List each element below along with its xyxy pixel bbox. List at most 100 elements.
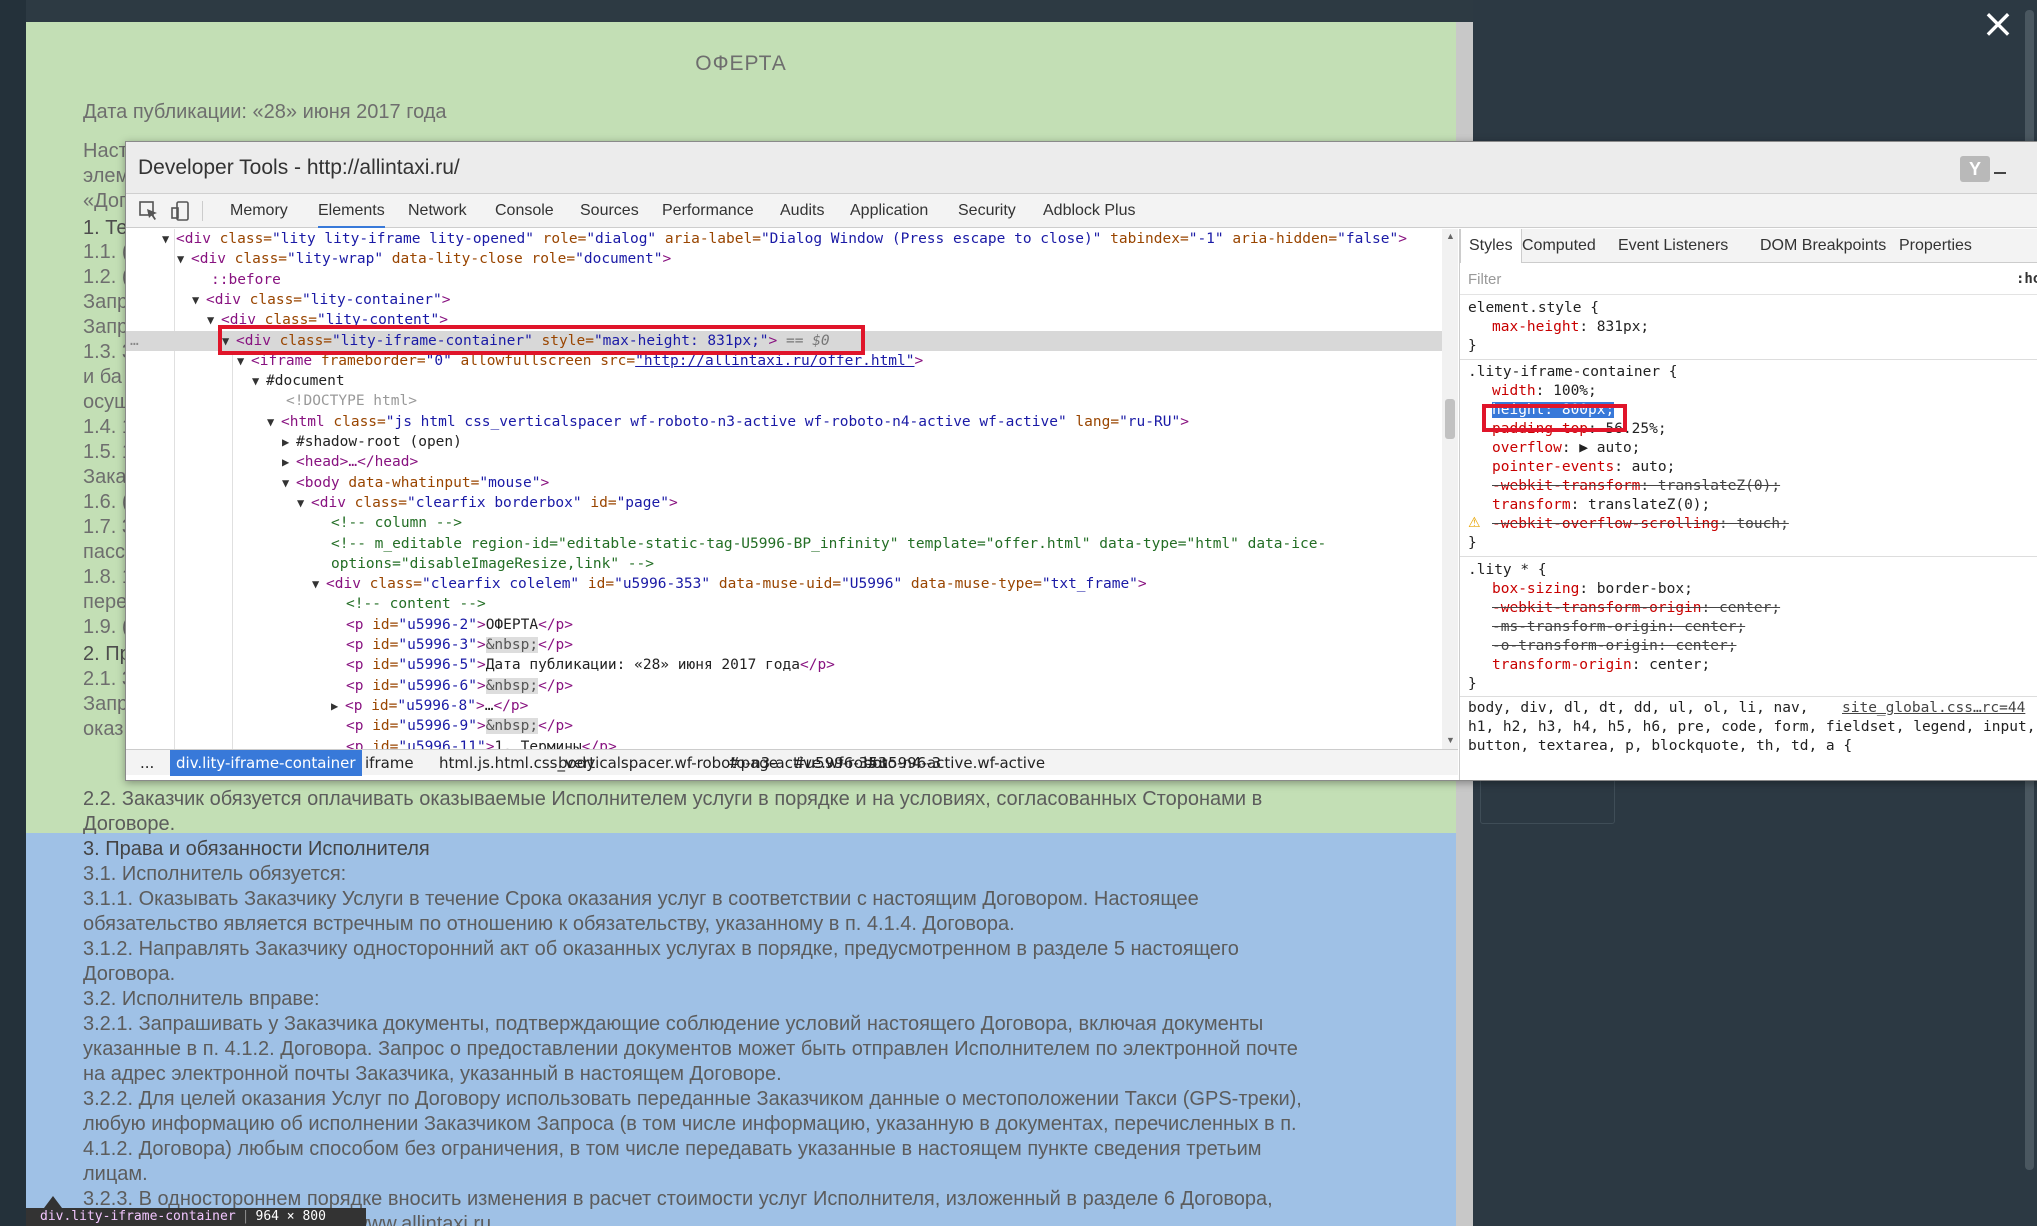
- elements-scrollbar-thumb[interactable]: [1445, 399, 1455, 439]
- tab-network[interactable]: Network: [408, 194, 467, 228]
- dom-node-comment-editable-cont[interactable]: options="disableImageResize,link" -->: [331, 554, 654, 574]
- dom-node-paragraph[interactable]: <p id="u5996-3">&nbsp;</p>: [346, 635, 573, 655]
- dom-node-u5996-353[interactable]: ▼ <div class="clearfix colelem" id="u5996…: [312, 574, 1147, 594]
- rule-prop-ms-transform-origin[interactable]: -ms-transform-origin: center;: [1492, 618, 1745, 637]
- annotation-box-height-prop: [1482, 404, 1627, 432]
- breadcrumb-item[interactable]: div.lity-iframe-container: [170, 750, 362, 776]
- styles-tab-properties[interactable]: Properties: [1891, 229, 1980, 263]
- offer-left-fragment: элем: [83, 165, 130, 187]
- dom-node-shadow-root[interactable]: ▶ #shadow-root (open): [282, 432, 462, 452]
- dom-node-doctype[interactable]: <!DOCTYPE html>: [286, 391, 417, 411]
- dom-node-comment-content[interactable]: <!-- content -->: [346, 594, 486, 614]
- rule-source-site-global[interactable]: site_global.css…rc=44: [1842, 699, 2025, 718]
- rule-prop-webkit-transform[interactable]: -webkit-transform: translateZ(0);: [1492, 477, 1780, 496]
- offer-left-fragment: оказ: [83, 718, 124, 740]
- rule-prop-o-transform-origin[interactable]: -o-transform-origin: center;: [1492, 637, 1736, 656]
- rule-selector-reset-2[interactable]: h1, h2, h3, h4, h5, h6, pre, code, form,…: [1468, 718, 2035, 737]
- rule-selector-element-style[interactable]: element.style {: [1468, 299, 1599, 318]
- dom-node-document[interactable]: ▼ #document: [252, 371, 345, 391]
- rule-prop-webkit-overflow-scrolling[interactable]: -webkit-overflow-scrolling: touch;: [1492, 515, 1789, 534]
- warning-icon[interactable]: ⚠: [1468, 514, 1481, 533]
- dom-node-paragraph[interactable]: <p id="u5996-5">Дата публикации: «28» ию…: [346, 655, 835, 675]
- row-menu-dots[interactable]: …: [130, 331, 139, 351]
- dom-node-paragraph[interactable]: ▶ <p id="u5996-8">…</p>: [331, 696, 528, 716]
- expand-triangle-icon[interactable]: ▼: [282, 473, 296, 493]
- rule-selector-iframe-container[interactable]: .lity-iframe-container {: [1468, 363, 1678, 382]
- rule-prop-box-sizing[interactable]: box-sizing: border-box;: [1492, 580, 1693, 599]
- collapse-triangle-icon[interactable]: ▶: [331, 696, 345, 716]
- scroll-down-icon[interactable]: ▼: [1446, 735, 1455, 745]
- breadcrumb-item[interactable]: body: [552, 750, 601, 776]
- dom-node-before[interactable]: ::before: [211, 270, 281, 290]
- styles-tab-styles[interactable]: Styles: [1460, 229, 1522, 263]
- collapse-triangle-icon[interactable]: ▶: [282, 452, 296, 472]
- dom-node-page[interactable]: ▼ <div class="clearfix borderbox" id="pag…: [297, 493, 678, 513]
- styles-filter[interactable]: Filter :ho: [1460, 263, 2037, 295]
- tab-elements[interactable]: Elements: [318, 194, 385, 228]
- breadcrumb-item[interactable]: #u5996-3: [860, 750, 947, 776]
- rule-close: }: [1468, 338, 1477, 354]
- offer-line: лицам.: [83, 1163, 148, 1185]
- device-toolbar-icon[interactable]: [170, 200, 192, 222]
- breadcrumb-more[interactable]: ...: [134, 750, 160, 776]
- expand-triangle-icon[interactable]: ▼: [192, 290, 206, 310]
- rule-prop-webkit-transform-origin[interactable]: -webkit-transform-origin: center;: [1492, 599, 1780, 618]
- close-icon[interactable]: ×: [1978, 4, 2018, 44]
- rule-prop-transform-origin[interactable]: transform-origin: center;: [1492, 656, 1710, 675]
- collapse-triangle-icon[interactable]: ▶: [282, 432, 296, 452]
- expand-triangle-icon[interactable]: ▼: [267, 412, 281, 432]
- expand-triangle-icon[interactable]: ▼: [177, 249, 191, 269]
- inspect-element-icon[interactable]: [138, 200, 160, 222]
- dom-node-paragraph[interactable]: <p id="u5996-11">1. Термины</p>: [346, 737, 617, 750]
- dom-node-paragraph[interactable]: <p id="u5996-2">ОФЕРТА</p>: [346, 615, 573, 635]
- tab-audits[interactable]: Audits: [780, 194, 824, 228]
- rule-selector-lity-all[interactable]: .lity * {: [1468, 561, 1547, 580]
- dom-node-body[interactable]: ▼ <body data-whatinput="mouse">: [282, 473, 549, 493]
- expand-triangle-icon[interactable]: ▼: [297, 493, 311, 513]
- dom-node-lity-container[interactable]: ▼ <div class="lity-container">: [192, 290, 450, 310]
- tab-sources[interactable]: Sources: [580, 194, 639, 228]
- rule-prop-pointer-events[interactable]: pointer-events: auto;: [1492, 458, 1675, 477]
- styles-tab-computed[interactable]: Computed: [1514, 229, 1604, 263]
- minimize-icon[interactable]: [1994, 172, 2006, 174]
- dom-node-lity-wrap[interactable]: ▼ <div class="lity-wrap" data-lity-close …: [177, 249, 671, 269]
- scroll-up-icon[interactable]: ▲: [1446, 231, 1455, 241]
- rule-selector-reset-3[interactable]: button, textarea, p, blockquote, th, td,…: [1468, 737, 1852, 756]
- tab-memory[interactable]: Memory: [230, 194, 288, 228]
- dom-node-comment-editable[interactable]: <!-- m_editable region-id="editable-stat…: [331, 534, 1326, 554]
- styles-tab-dom-breakpoints[interactable]: DOM Breakpoints: [1752, 229, 1894, 263]
- tab-security[interactable]: Security: [958, 194, 1016, 228]
- dom-node-html[interactable]: ▼ <html class="js html css_verticalspacer…: [267, 412, 1189, 432]
- dom-node-paragraph[interactable]: <p id="u5996-9">&nbsp;</p>: [346, 716, 573, 736]
- dom-node-paragraph[interactable]: <p id="u5996-6">&nbsp;</p>: [346, 676, 573, 696]
- rule-prop-max-height[interactable]: max-height: 831px;: [1492, 318, 1649, 337]
- tree-guide: [174, 229, 175, 749]
- yandex-icon[interactable]: Y: [1960, 156, 1990, 182]
- tab-adblock-plus[interactable]: Adblock Plus: [1043, 194, 1136, 228]
- expand-triangle-icon[interactable]: ▼: [312, 574, 326, 594]
- rule-selector-reset-1[interactable]: body, div, dl, dt, dd, ul, ol, li, nav,: [1468, 699, 1808, 718]
- filter-input[interactable]: Filter: [1468, 271, 1501, 288]
- dom-node-head[interactable]: ▶ <head>…</head>: [282, 452, 418, 472]
- dom-node-lity[interactable]: ▼ <div class="lity lity-iframe lity-opene…: [162, 229, 1407, 249]
- elements-scrollbar[interactable]: ▲ ▼: [1442, 229, 1458, 749]
- breadcrumb-item[interactable]: #page: [722, 750, 784, 776]
- expand-triangle-icon[interactable]: ▼: [162, 229, 176, 249]
- offer-left-fragment: Запр: [83, 291, 129, 313]
- breadcrumb-item[interactable]: iframe: [359, 750, 420, 776]
- offer-left-fragment: 1.2. (: [83, 266, 129, 288]
- styles-tabbar: Styles Computed Event Listeners DOM Breakpo…: [1460, 229, 2037, 263]
- hover-state-toggle[interactable]: :ho: [2016, 271, 2037, 287]
- rule-prop-width[interactable]: width: 100%;: [1492, 382, 1597, 401]
- expand-triangle-icon[interactable]: ▼: [252, 371, 266, 391]
- rule-prop-transform[interactable]: transform: translateZ(0);: [1492, 496, 1710, 515]
- iframe-src-link[interactable]: "http://allintaxi.ru/offer.html": [635, 353, 914, 369]
- tab-console[interactable]: Console: [495, 194, 554, 228]
- dom-node-comment-column[interactable]: <!-- column -->: [331, 513, 462, 533]
- tab-application[interactable]: Application: [850, 194, 928, 228]
- styles-tab-event-listeners[interactable]: Event Listeners: [1610, 229, 1736, 263]
- rule-prop-overflow[interactable]: overflow: ▶ auto;: [1492, 439, 1640, 458]
- tab-performance[interactable]: Performance: [662, 194, 754, 228]
- devtools-titlebar[interactable]: Developer Tools - http://allintaxi.ru/ Y: [126, 142, 2037, 194]
- tree-guide: [232, 339, 233, 749]
